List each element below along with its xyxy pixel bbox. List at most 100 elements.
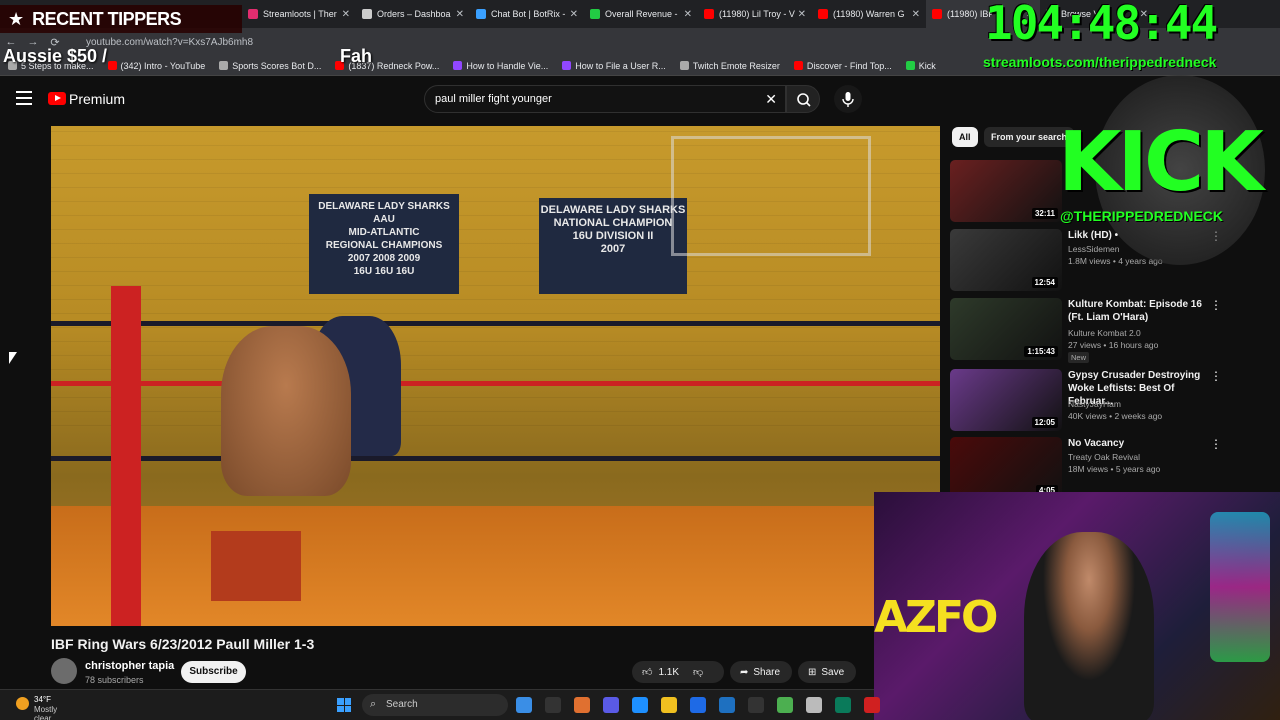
bookmark-item[interactable]: Kick bbox=[905, 60, 936, 71]
taskbar-app-icon[interactable] bbox=[516, 697, 532, 713]
subscribe-button[interactable]: Subscribe bbox=[181, 661, 246, 683]
share-button[interactable]: ➦ Share bbox=[730, 661, 792, 683]
more-options-icon[interactable]: ⋮ bbox=[1210, 298, 1222, 312]
tab-close-icon[interactable]: ✕ bbox=[912, 9, 920, 20]
tab-label: Orders – Dashboa bbox=[377, 9, 451, 19]
recommendation-title[interactable]: Kulture Kombat: Episode 16 (Ft. Liam O'H… bbox=[1068, 298, 1208, 324]
search-icon bbox=[797, 93, 811, 107]
tab-close-icon[interactable]: ✕ bbox=[342, 9, 350, 20]
recommendation-thumbnail[interactable]: 32:11 bbox=[950, 160, 1062, 222]
bookmark-label: Kick bbox=[918, 60, 936, 71]
tab-favicon-icon bbox=[476, 9, 486, 19]
corner-stool bbox=[211, 531, 301, 601]
screen: Streamloots | Ther ✕ Orders – Dashboa ✕ Chat… bbox=[0, 0, 1280, 720]
star-icon: ★ bbox=[8, 8, 25, 29]
taskbar-app-icon[interactable] bbox=[777, 697, 793, 713]
browser-tab[interactable]: Chat Bot | BotRix - ✕ bbox=[470, 0, 584, 28]
taskbar-app-icon[interactable] bbox=[806, 697, 822, 713]
more-options-icon[interactable]: ⋮ bbox=[1210, 437, 1222, 451]
taskbar-app-icon[interactable] bbox=[603, 697, 619, 713]
url-field[interactable]: youtube.com/watch?v=Kxs7AJb6mh8 bbox=[86, 37, 253, 48]
tab-label: Overall Revenue - bbox=[605, 9, 678, 19]
windows-start-icon[interactable] bbox=[337, 698, 351, 712]
channel-avatar[interactable] bbox=[51, 658, 77, 684]
recommendation-title[interactable]: No Vacancy bbox=[1068, 437, 1208, 450]
tab-label: Streamloots | Ther bbox=[263, 9, 337, 19]
recommendation-thumbnail[interactable]: 12:54 bbox=[950, 229, 1062, 291]
neon-sign bbox=[1210, 512, 1270, 662]
recommendation-meta: 40K views • 2 weeks ago bbox=[1068, 411, 1163, 421]
bookmark-item[interactable]: (342) Intro - YouTube bbox=[107, 60, 206, 71]
taskbar-app-icon[interactable] bbox=[574, 697, 590, 713]
search-box: ✕ bbox=[424, 85, 786, 113]
bookmark-item[interactable]: How to File a User R... bbox=[562, 61, 666, 71]
tab-close-icon[interactable]: ✕ bbox=[798, 9, 806, 20]
browser-tab[interactable]: (11980) Lil Troy - V ✕ bbox=[698, 0, 812, 28]
menu-icon[interactable] bbox=[16, 91, 32, 109]
bookmark-label: Twitch Emote Resizer bbox=[692, 60, 780, 71]
tab-close-icon[interactable]: ✕ bbox=[570, 9, 578, 20]
search-input[interactable] bbox=[425, 86, 745, 112]
taskbar-app-icon[interactable] bbox=[661, 697, 677, 713]
youtube-logo-icon[interactable] bbox=[48, 92, 66, 105]
taskbar-app-icon[interactable] bbox=[748, 697, 764, 713]
browser-tab[interactable]: Orders – Dashboa ✕ bbox=[356, 0, 470, 28]
browser-tab[interactable]: (11980) Warren G ✕ bbox=[812, 0, 926, 28]
browser-tab[interactable]: Streamloots | Ther ✕ bbox=[242, 0, 356, 28]
bookmark-label: (342) Intro - YouTube bbox=[120, 60, 206, 71]
recommendation-meta: 27 views • 16 hours ago bbox=[1068, 340, 1159, 350]
youtube-premium-label[interactable]: Premium bbox=[69, 91, 125, 107]
voice-search-button[interactable] bbox=[834, 85, 862, 113]
browser-tab[interactable]: Overall Revenue - ✕ bbox=[584, 0, 698, 28]
taskbar-app-icon[interactable] bbox=[632, 697, 648, 713]
taskbar-search-icon: ⌕ bbox=[370, 698, 377, 710]
taskbar-app-icon[interactable] bbox=[835, 697, 851, 713]
save-button[interactable]: ⊞ Save bbox=[798, 661, 856, 683]
weather-temperature: 34°F bbox=[34, 695, 51, 704]
dislike-icon[interactable]: 👎︎ bbox=[693, 666, 703, 678]
recommendation-thumbnail[interactable]: 4:05 bbox=[950, 437, 1062, 499]
subathon-timer: 104:48:44 bbox=[985, 0, 1218, 50]
ring-corner-post bbox=[111, 286, 141, 626]
recommendation-thumbnail[interactable]: 1:15:43 bbox=[950, 298, 1062, 360]
webcam-overlay: AZFO bbox=[874, 492, 1280, 720]
taskbar-app-icon[interactable] bbox=[690, 697, 706, 713]
recommendation-item[interactable]: 12:05 Gypsy Crusader Destroying Woke Left… bbox=[950, 369, 1280, 431]
save-icon: ⊞ bbox=[808, 666, 817, 678]
tab-favicon-icon bbox=[248, 9, 258, 19]
more-options-icon[interactable]: ⋮ bbox=[1210, 369, 1222, 383]
like-button[interactable]: 👍︎ 1.1K 👎︎ bbox=[632, 661, 724, 683]
search-button[interactable] bbox=[786, 85, 820, 113]
bookmark-item[interactable]: Sports Scores Bot D... bbox=[219, 61, 321, 71]
bookmark-item[interactable]: Discover - Find Top... bbox=[793, 61, 892, 71]
ring-rope-top bbox=[51, 321, 940, 326]
taskbar-app-icon[interactable] bbox=[545, 697, 561, 713]
taskbar-app-icon[interactable] bbox=[864, 697, 880, 713]
weather-description: Mostly clear bbox=[34, 705, 58, 720]
share-label: Share bbox=[753, 666, 781, 678]
recent-tippers-banner: ★ RECENT TIPPERS bbox=[0, 5, 242, 33]
recommendation-channel[interactable]: LessSidemen bbox=[1068, 244, 1120, 254]
bookmark-label: How to Handle Vie... bbox=[466, 60, 549, 71]
weather-icon bbox=[16, 697, 29, 710]
gym-floor bbox=[51, 506, 940, 626]
channel-name[interactable]: christopher tapia bbox=[85, 660, 174, 672]
recommendation-thumbnail[interactable]: 12:05 bbox=[950, 369, 1062, 431]
taskbar-app-icon[interactable] bbox=[719, 697, 735, 713]
video-duration: 12:54 bbox=[1031, 277, 1058, 288]
recommendation-item[interactable]: 4:05 No Vacancy Treaty Oak Revival 18M view… bbox=[950, 437, 1280, 499]
tab-close-icon[interactable]: ✕ bbox=[684, 9, 692, 20]
tab-close-icon[interactable]: ✕ bbox=[456, 9, 464, 20]
chip-all[interactable]: All bbox=[952, 127, 978, 147]
recommendation-item[interactable]: 1:15:43 Kulture Kombat: Episode 16 (Ft. L… bbox=[950, 298, 1280, 363]
bookmark-item[interactable]: Twitch Emote Resizer bbox=[679, 60, 780, 71]
recommendation-channel[interactable]: Treaty Oak Revival bbox=[1068, 452, 1140, 462]
clear-search-icon[interactable]: ✕ bbox=[765, 91, 777, 108]
tab-label: (11980) Lil Troy - V bbox=[719, 9, 795, 19]
recommendation-channel[interactable]: Kulture Kombat 2.0 bbox=[1068, 328, 1141, 338]
video-player[interactable]: DELAWARE LADY SHARKS AAU MID-ATLANTIC RE… bbox=[51, 126, 940, 626]
taskbar-search[interactable]: Search bbox=[362, 694, 508, 716]
thumbs-up-icon: 👍︎ bbox=[642, 667, 653, 678]
bookmark-item[interactable]: How to Handle Vie... bbox=[453, 61, 548, 71]
recommendation-channel[interactable]: NastyJayHam bbox=[1068, 399, 1121, 409]
